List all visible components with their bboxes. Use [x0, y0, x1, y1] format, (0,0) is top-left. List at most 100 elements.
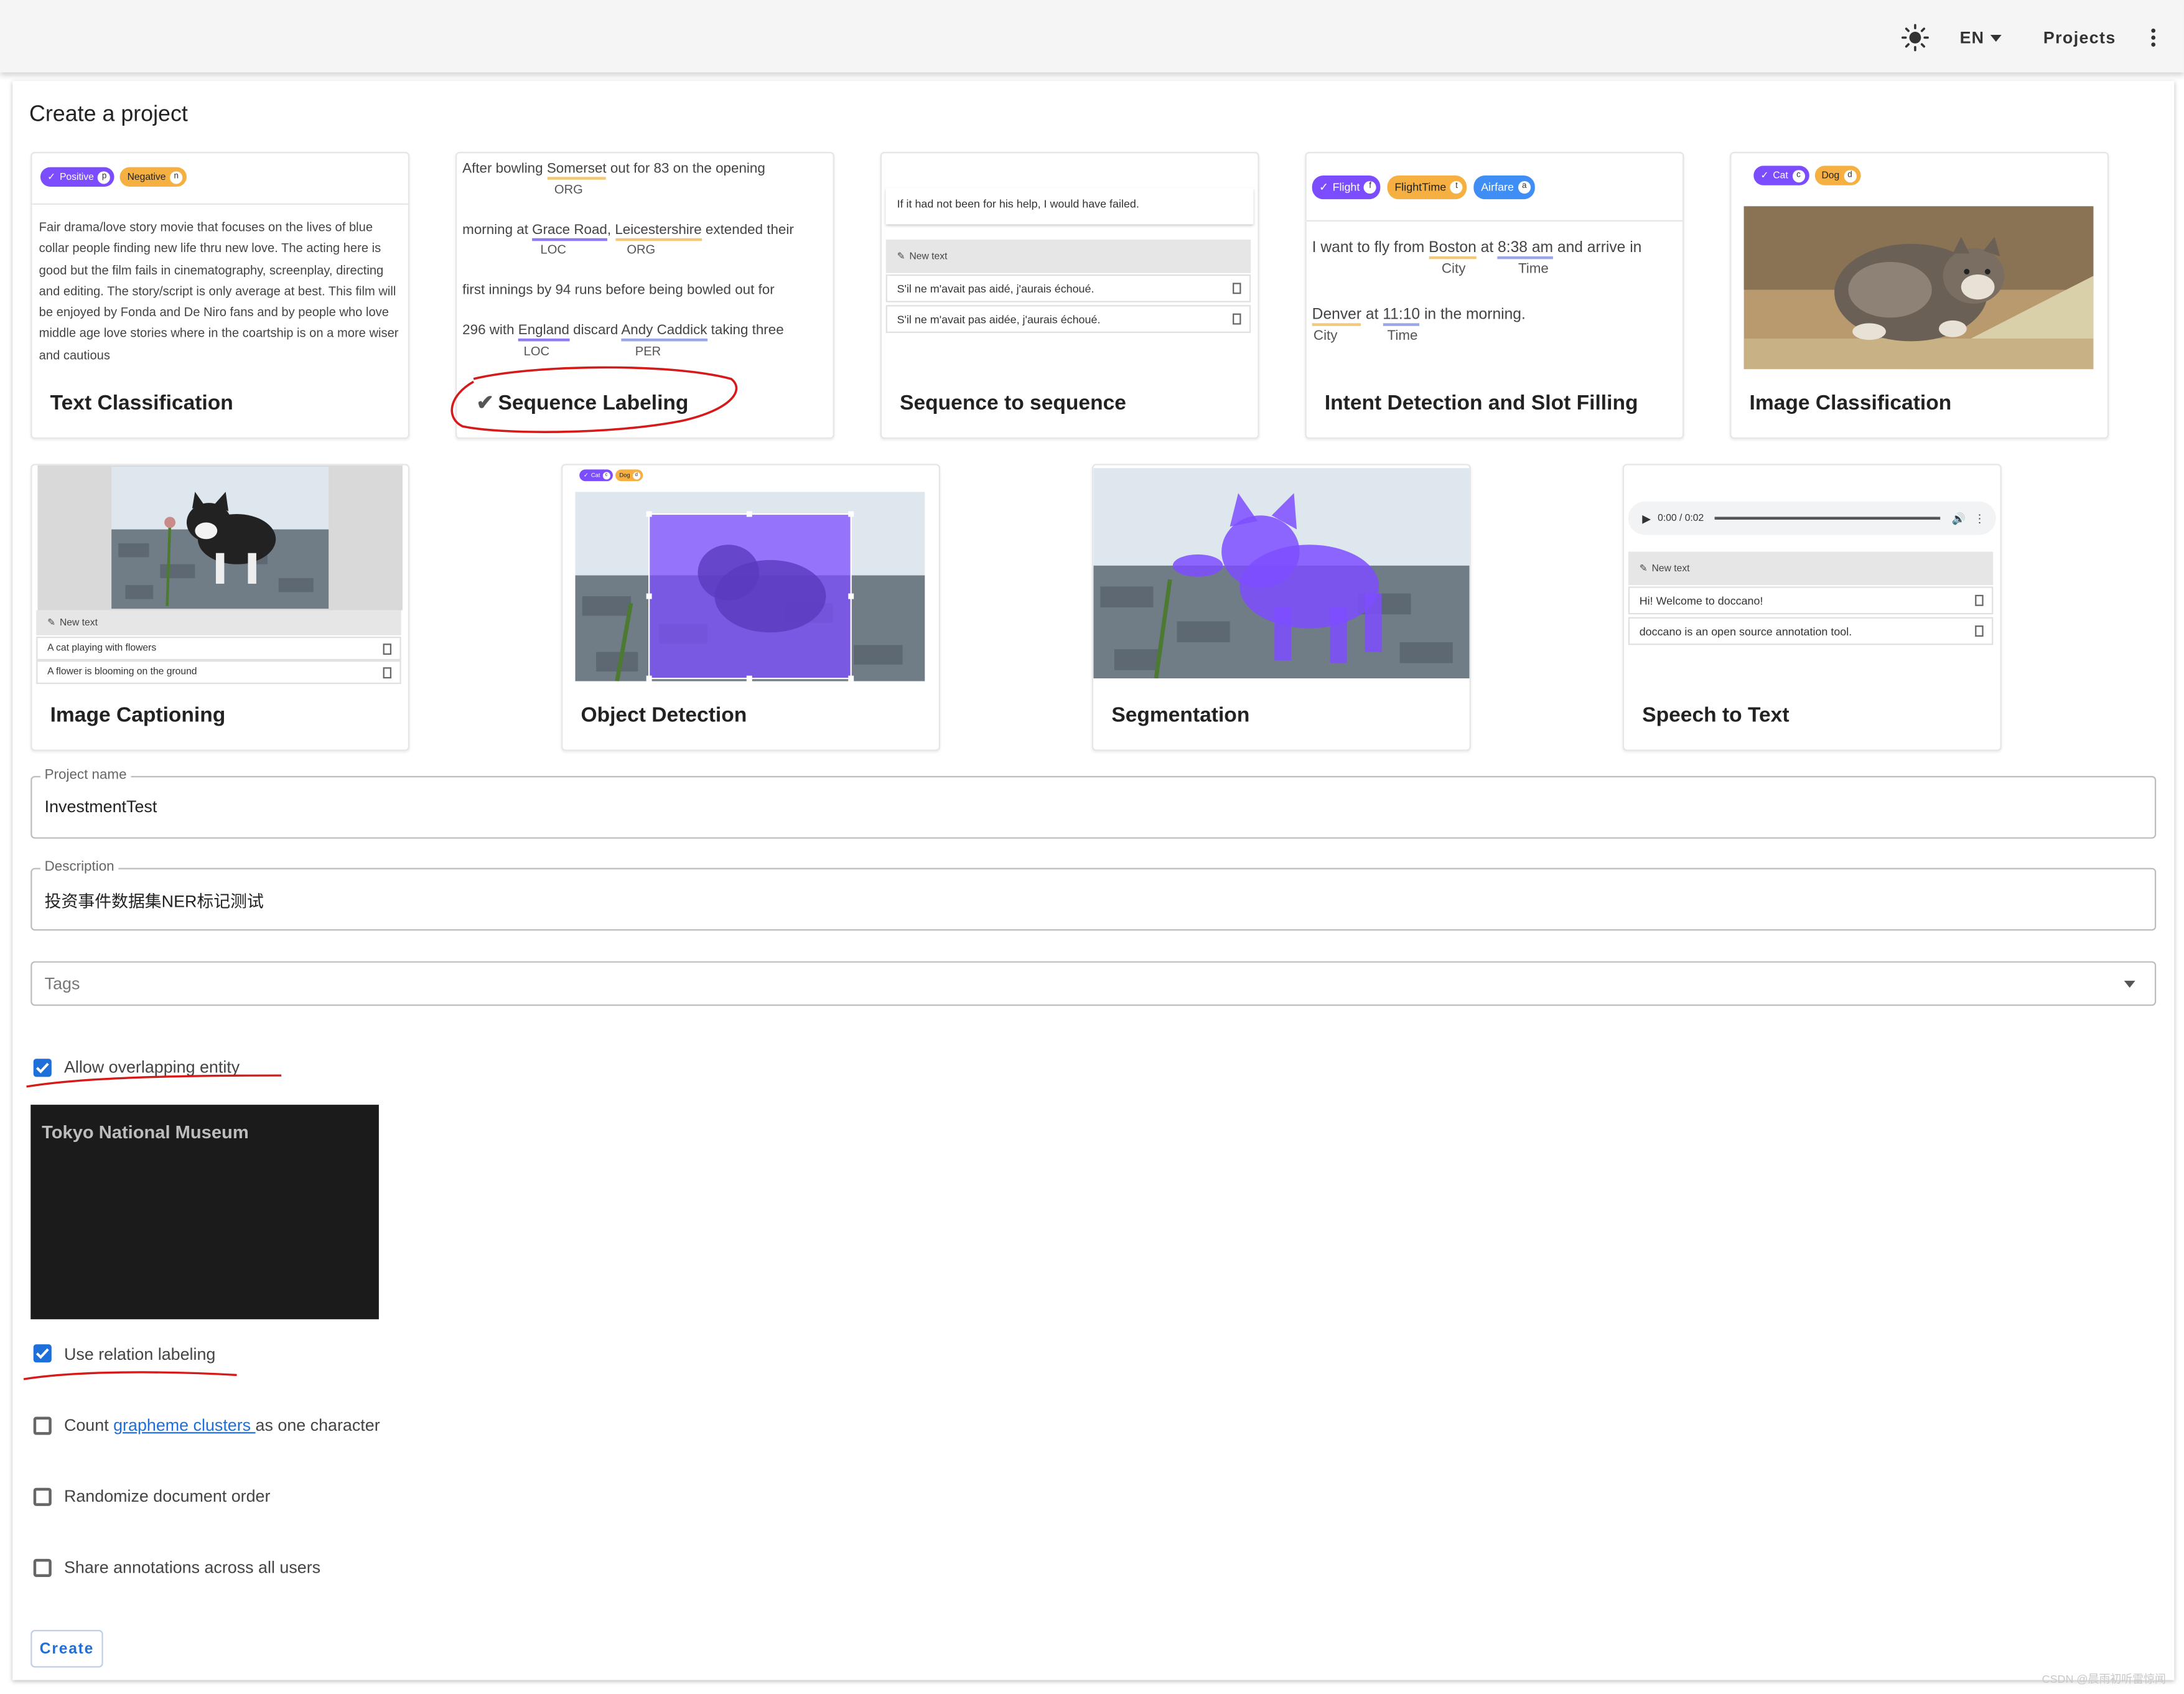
image-chips: ✓ Cat c Dog d — [1753, 166, 1860, 185]
trash-icon — [383, 667, 392, 679]
sun-icon[interactable] — [1902, 24, 1930, 52]
check-icon — [35, 1062, 49, 1074]
sl-line-2: morning at Grace Road, Leicestershire ex… — [462, 223, 794, 241]
play-icon: ▶ — [1642, 512, 1651, 525]
intent-line-2: Denver at 11:10 in the morning. — [1312, 306, 1526, 326]
pencil-icon: ✎ — [1639, 564, 1648, 574]
intent-line-1: I want to fly from Boston at 8:38 am and… — [1312, 240, 1641, 260]
tag-city-2: City — [1313, 329, 1338, 344]
new-text-header: ✎ New text — [885, 240, 1251, 273]
tag-time-2: Time — [1387, 329, 1418, 344]
app-root: EN Projects Create a project ✓ Positive p… — [0, 0, 2184, 1694]
count-grapheme-label[interactable]: Count grapheme clusters as one character — [64, 1415, 380, 1434]
translation-row-1: S'il ne m'avait pas aidé, j'aurais échou… — [885, 274, 1251, 302]
card-intent-detection[interactable]: ✓ Flight f FlightTime t Airfare a I want to… — [1305, 151, 1684, 439]
volume-icon: 🔊 — [1951, 512, 1966, 525]
trash-icon — [1233, 283, 1241, 294]
language-menu[interactable]: EN — [1960, 28, 2001, 47]
watermark: CSDN @晨雨初听雷惊闻 — [2042, 1673, 2166, 1686]
tag-time: Time — [1518, 261, 1549, 278]
new-text-header: ✎ New text — [1628, 551, 1994, 586]
project-name-value[interactable]: InvestmentTest — [45, 797, 157, 816]
example-text: Tokyo National Museum — [42, 1121, 249, 1143]
use-relation-label[interactable]: Use relation labeling — [64, 1344, 215, 1364]
tags-select[interactable]: Tags — [30, 961, 2157, 1006]
caption-row-1: A cat playing with flowers — [36, 636, 401, 661]
projects-button[interactable]: Projects — [2043, 28, 2116, 47]
language-label: EN — [1959, 27, 1985, 48]
card-sequence-labeling[interactable]: After bowling Somerset out for 83 on the… — [455, 151, 834, 439]
project-name-label: Project name — [40, 767, 131, 784]
tag-per: PER — [635, 344, 661, 358]
new-text-header: ✎ New text — [36, 610, 401, 635]
allow-overlap-checkbox[interactable] — [33, 1059, 52, 1077]
card-label: Text Classification — [50, 391, 233, 416]
tag-city: City — [1441, 261, 1466, 278]
chip-flighttime: FlightTime t — [1388, 175, 1467, 200]
caption-row-2: A flower is blooming on the ground — [36, 660, 401, 685]
tag-org-2: ORG — [627, 242, 656, 256]
sl-line-3: first innings by 94 runs before being bo… — [462, 283, 775, 299]
check-icon — [35, 1348, 49, 1359]
chip-dog: Dog d — [1814, 166, 1860, 185]
project-name-field[interactable]: Project name InvestmentTest — [30, 767, 2157, 839]
chip-negative: Negative n — [120, 167, 187, 187]
image-classification-preview: ✓ Cat c Dog d — [1731, 153, 2107, 376]
grapheme-clusters-link[interactable]: grapheme clusters — [113, 1415, 255, 1434]
card-object-detection[interactable]: ✓ Cat c Dog d Object Detection — [561, 464, 940, 751]
seq2seq-preview: If it had not been for his help, I would… — [882, 153, 1258, 376]
randomize-label[interactable]: Randomize document order — [64, 1486, 270, 1505]
card-label: Speech to Text — [1642, 703, 1790, 728]
card-label: Segmentation — [1111, 703, 1250, 728]
card-label: Image Classification — [1749, 391, 1952, 416]
pencil-icon: ✎ — [897, 252, 905, 262]
od-chips: ✓ Cat c Dog d — [579, 469, 643, 482]
share-label[interactable]: Share annotations across all users — [64, 1558, 320, 1577]
card-text-classification[interactable]: ✓ Positive p Negative n Fair drama/love st… — [30, 151, 410, 439]
kitten-with-bbox — [575, 492, 925, 681]
tag-loc-2: LOC — [523, 344, 550, 358]
tag-org: ORG — [554, 182, 583, 197]
review-text: Fair drama/love story movie that focuses… — [39, 220, 399, 362]
sl-line-4: 296 with England discard Andy Caddick ta… — [462, 323, 784, 342]
card-label: Object Detection — [581, 703, 747, 728]
example-panel: Tokyo National Museum — [30, 1105, 379, 1319]
create-button[interactable]: Create — [30, 1630, 103, 1668]
label-chips: ✓ Positive p Negative n — [40, 167, 187, 187]
kitten-with-mask — [1093, 468, 1470, 679]
page-title: Create a project — [29, 103, 188, 127]
card-segmentation[interactable]: Segmentation — [1091, 464, 1471, 751]
transcript-row-2: doccano is an open source annotation too… — [1628, 617, 1994, 645]
randomize-checkbox[interactable] — [33, 1487, 52, 1506]
dots-vertical-icon[interactable] — [2149, 28, 2157, 47]
pencil-icon: ✎ — [47, 618, 56, 629]
chip-flight: ✓ Flight f — [1312, 175, 1381, 200]
chip-dog: Dog d — [615, 469, 643, 482]
intent-preview: ✓ Flight f FlightTime t Airfare a I want to… — [1306, 153, 1683, 376]
card-speech-to-text[interactable]: ▶ 0:00 / 0:02 🔊 ⋮ ✎ New text Hi! Welcome … — [1622, 464, 2002, 751]
chip-positive: ✓ Positive p — [40, 167, 115, 187]
card-sequence-to-sequence[interactable]: If it had not been for his help, I would… — [880, 151, 1259, 439]
check-icon: ✔ — [476, 391, 494, 416]
card-image-captioning[interactable]: ✎ New text A cat playing with flowers A f… — [30, 464, 410, 751]
description-label: Description — [40, 859, 119, 875]
description-field[interactable]: Description 投资事件数据集NER标记测试 — [30, 859, 2157, 931]
description-value[interactable]: 投资事件数据集NER标记测试 — [45, 889, 264, 912]
source-text: If it had not been for his help, I would… — [886, 188, 1254, 224]
tags-placeholder: Tags — [44, 973, 80, 994]
sl-line-1: After bowling Somerset out for 83 on the… — [462, 161, 765, 180]
kitten-photo — [111, 466, 329, 609]
speech-preview: ▶ 0:00 / 0:02 🔊 ⋮ ✎ New text Hi! Welcome … — [1624, 466, 2000, 688]
transcript-row-1: Hi! Welcome to doccano! — [1628, 586, 1994, 615]
object-detection-preview: ✓ Cat c Dog d — [562, 466, 938, 688]
tag-loc: LOC — [540, 242, 566, 256]
trash-icon — [1975, 594, 1984, 606]
audio-progress-bar — [1715, 517, 1941, 520]
card-image-classification[interactable]: ✓ Cat c Dog d Image Classification — [1730, 151, 2109, 439]
count-grapheme-checkbox[interactable] — [33, 1416, 52, 1435]
allow-overlap-label[interactable]: Allow overlapping entity — [64, 1057, 240, 1077]
audio-player[interactable]: ▶ 0:00 / 0:02 🔊 ⋮ — [1628, 501, 1996, 535]
share-checkbox[interactable] — [33, 1558, 52, 1577]
intent-chips: ✓ Flight f FlightTime t Airfare a — [1312, 175, 1535, 200]
use-relation-checkbox[interactable] — [33, 1344, 52, 1363]
